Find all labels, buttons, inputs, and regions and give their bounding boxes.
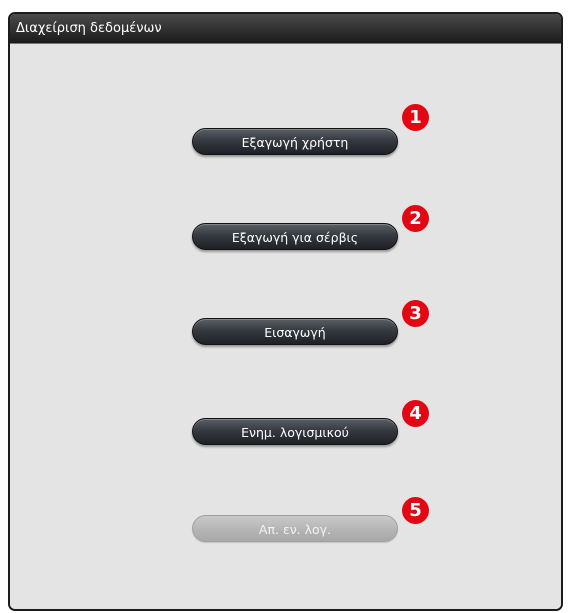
software-update-button[interactable]: Ενημ. λογισμικού [192, 418, 398, 445]
import-button[interactable]: Εισαγωγή [192, 318, 398, 345]
user-export-button[interactable]: Εξαγωγή χρήστη [192, 128, 398, 155]
callout-badge-4: 4 [402, 400, 429, 427]
callout-badge-3: 3 [402, 300, 429, 327]
callout-badge-2: 2 [402, 205, 429, 232]
remote-software-update-button[interactable]: Απ. εν. λογ. [192, 515, 398, 542]
panel-title: Διαχείριση δεδομένων [10, 14, 561, 44]
service-export-button[interactable]: Εξαγωγή για σέρβις [192, 223, 398, 250]
callout-badge-5: 5 [402, 497, 429, 524]
callout-badge-1: 1 [402, 104, 429, 131]
data-management-panel: Διαχείριση δεδομένων Εξαγωγή χρήστη Εξαγ… [8, 12, 563, 611]
panel-body: Εξαγωγή χρήστη Εξαγωγή για σέρβις Εισαγω… [10, 44, 561, 609]
